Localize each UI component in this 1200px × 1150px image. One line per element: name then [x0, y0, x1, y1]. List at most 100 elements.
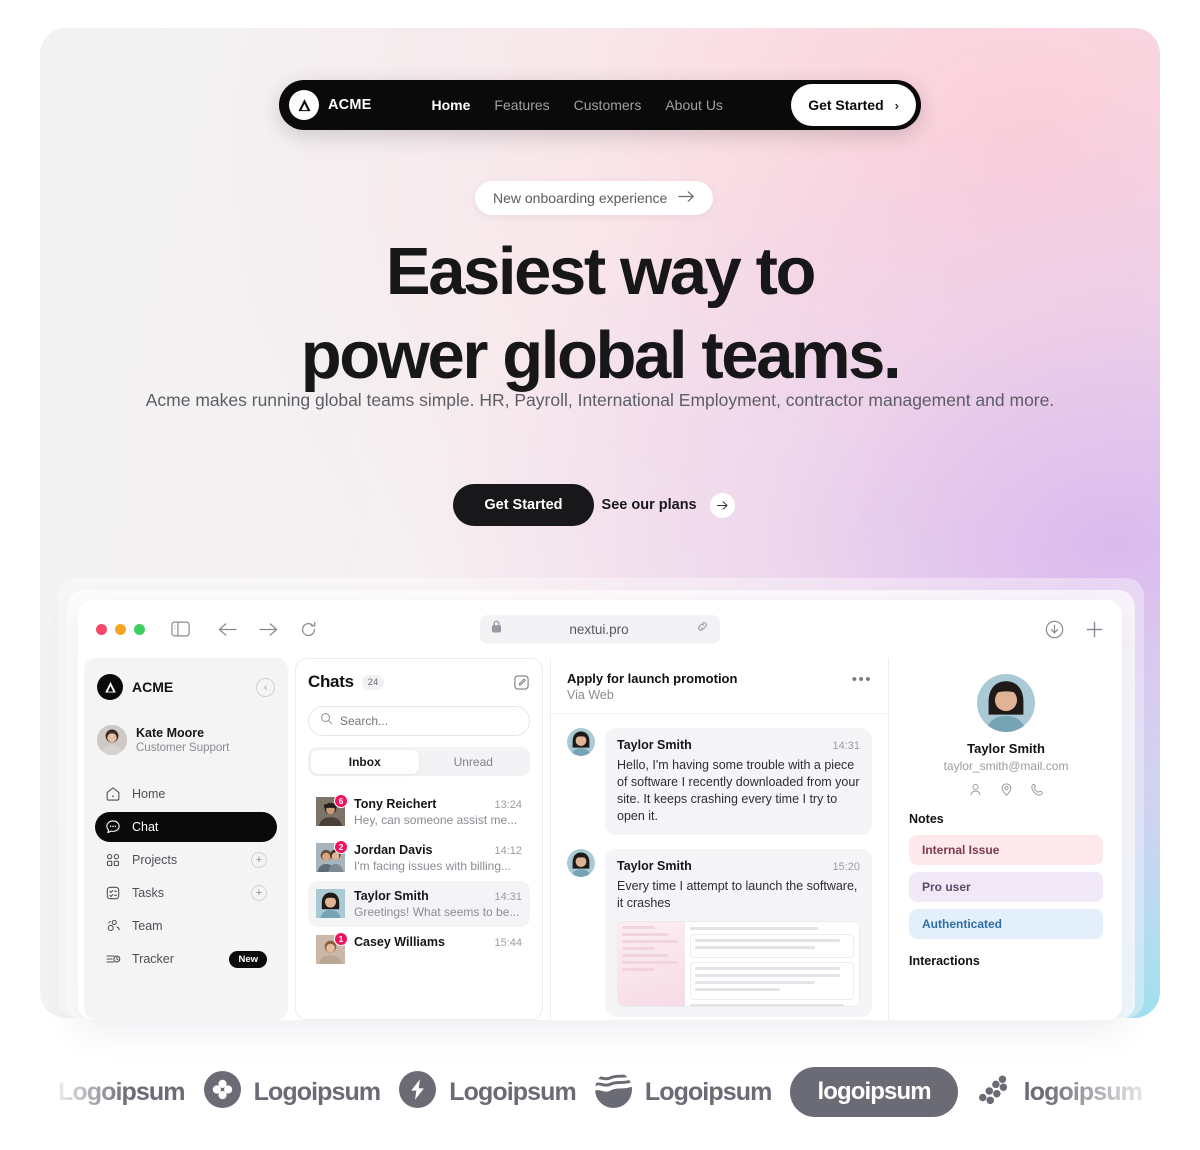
- chat-rows: 6 Tony Reichert 13:24 Hey, can someone a…: [308, 789, 530, 972]
- reload-icon[interactable]: [300, 621, 317, 638]
- tab-inbox[interactable]: Inbox: [310, 749, 419, 774]
- forward-arrow-icon[interactable]: [259, 622, 278, 637]
- nav-link-customers[interactable]: Customers: [574, 97, 642, 113]
- browser-toolbar-right: [1045, 620, 1104, 639]
- app-sidebar: ACME ‹ Kate Moore Customer Support Home: [84, 658, 288, 1020]
- phone-icon[interactable]: [1030, 782, 1045, 797]
- logo-wordmark: logoipsum: [790, 1067, 958, 1117]
- location-pin-icon[interactable]: [999, 782, 1014, 797]
- hero-subheadline: Acme makes running global teams simple. …: [145, 390, 1055, 410]
- sidebar-item-home[interactable]: Home: [95, 779, 277, 809]
- sidebar-item-tracker[interactable]: Tracker New: [95, 944, 277, 974]
- search-input[interactable]: [308, 706, 530, 736]
- acme-logo-icon: [97, 674, 123, 700]
- logo-item: Logoipsum: [58, 1078, 186, 1107]
- unread-badge: 6: [334, 794, 348, 808]
- logo-cloud: Logoipsum Logoipsum Logoipsum Logoipsum …: [0, 1042, 1200, 1142]
- browser-nav-buttons: [218, 621, 317, 638]
- sidebar-item-label: Chat: [132, 820, 159, 834]
- notes-heading: Notes: [909, 812, 944, 826]
- chevron-right-icon: ›: [894, 97, 899, 113]
- sidebar-item-label: Home: [132, 787, 166, 801]
- chat-snippet: I'm facing issues with billing...: [354, 859, 512, 873]
- sidebar-user-profile[interactable]: Kate Moore Customer Support: [95, 725, 277, 755]
- message-text: Hello, I'm having some trouble with a pi…: [617, 758, 860, 823]
- sidebar-collapse-button[interactable]: ‹: [256, 677, 275, 697]
- hero-see-our-plans-button[interactable]: See our plans: [580, 484, 747, 526]
- message-screenshot-attachment[interactable]: [617, 921, 860, 1007]
- user-icon[interactable]: [968, 782, 983, 797]
- see-plans-label: See our plans: [601, 497, 697, 513]
- brand-logo[interactable]: ACME: [289, 90, 372, 120]
- list-item[interactable]: 2 Jordan Davis 14:12 I'm facing issues w…: [308, 835, 530, 881]
- message-text: Every time I attempt to launch the softw…: [617, 879, 858, 910]
- nav-link-home[interactable]: Home: [432, 97, 471, 113]
- checklist-icon: [105, 885, 121, 901]
- sidebar-item-label: Projects: [132, 853, 178, 867]
- sidebar-user-name: Kate Moore: [136, 725, 205, 740]
- note-authenticated[interactable]: Authenticated: [909, 909, 1103, 939]
- compose-edit-icon[interactable]: [513, 674, 530, 691]
- add-project-button[interactable]: +: [251, 852, 267, 868]
- headline-line-2: power global teams.: [300, 318, 902, 393]
- minimize-window-button[interactable]: [115, 623, 126, 635]
- arrow-right-circle-icon: [709, 492, 735, 518]
- hero-get-started-button[interactable]: Get Started: [453, 484, 594, 526]
- message-list: Taylor Smith 14:31 Hello, I'm having som…: [551, 714, 888, 1020]
- download-circle-icon[interactable]: [1045, 620, 1064, 639]
- sidebar-item-team[interactable]: Team: [95, 911, 277, 941]
- sidebar-item-chat[interactable]: Chat: [95, 812, 277, 842]
- list-item[interactable]: 6 Tony Reichert 13:24 Hey, can someone a…: [308, 789, 530, 835]
- logo-item: Logoipsum: [399, 1071, 577, 1113]
- announcement-label: New onboarding experience: [493, 190, 668, 206]
- sidebar-user-role: Customer Support: [136, 741, 230, 754]
- tab-unread[interactable]: Unread: [419, 750, 528, 774]
- sidebar-item-tasks[interactable]: Tasks +: [95, 878, 277, 908]
- note-internal-issue[interactable]: Internal Issue: [909, 835, 1103, 865]
- top-navigation-bar: ACME Home Features Customers About Us Ge…: [279, 80, 921, 130]
- logo-item: logoipsum: [790, 1067, 958, 1117]
- search-field[interactable]: [340, 714, 518, 728]
- announcement-pill[interactable]: New onboarding experience: [475, 181, 714, 215]
- bolt-icon: [399, 1071, 437, 1113]
- nav-get-started-button[interactable]: Get Started ›: [791, 84, 916, 126]
- message-time: 15:20: [832, 861, 860, 873]
- nav-link-about-us[interactable]: About Us: [665, 97, 723, 113]
- list-item[interactable]: 1 Casey Williams 15:44: [308, 927, 530, 972]
- message-item: Taylor Smith 15:20 Every time I attempt …: [567, 849, 872, 1017]
- plus-icon[interactable]: [1085, 620, 1104, 639]
- logo-wordmark: Logoipsum: [449, 1077, 577, 1106]
- screenshot-sidebar: [618, 922, 686, 1006]
- chat-snippet: Hey, can someone assist me...: [354, 813, 518, 827]
- logo-item: logoipsum: [977, 1074, 1143, 1110]
- chat-time: 15:44: [494, 937, 522, 949]
- chat-name: Jordan Davis: [354, 843, 433, 857]
- browser-window-mockup: nextui.pro ACME ‹ Kate Moore Customer Su…: [78, 600, 1122, 1020]
- maximize-window-button[interactable]: [134, 623, 145, 635]
- sidebar-item-label: Tracker: [132, 952, 174, 966]
- sidebar-toggle-icon[interactable]: [171, 621, 190, 637]
- logo-item: Logoipsum: [203, 1071, 381, 1113]
- chat-snippet: Greetings! What seems to be...: [354, 905, 520, 919]
- acme-triangle-logo-icon: [289, 90, 319, 120]
- sidebar-item-projects[interactable]: Projects +: [95, 845, 277, 875]
- chat-bubble-icon: [105, 819, 121, 835]
- contact-profile-panel: Taylor Smith taylor_smith@mail.com Notes…: [896, 658, 1116, 1020]
- list-item[interactable]: Taylor Smith 14:31 Greetings! What seems…: [308, 881, 530, 927]
- note-pro-user[interactable]: Pro user: [909, 872, 1103, 902]
- chat-list-title: Chats: [308, 672, 354, 691]
- avatar: 2: [316, 840, 348, 872]
- chat-count-badge: 24: [361, 674, 385, 690]
- avatar: [567, 728, 595, 756]
- search-icon: [320, 712, 333, 730]
- logo-item: Logoipsum: [594, 1071, 772, 1113]
- nav-link-features[interactable]: Features: [494, 97, 549, 113]
- more-horizontal-icon[interactable]: •••: [852, 671, 872, 688]
- back-arrow-icon[interactable]: [218, 622, 237, 637]
- close-window-button[interactable]: [96, 623, 107, 635]
- logo-wordmark: logoipsum: [1023, 1077, 1143, 1106]
- add-task-button[interactable]: +: [251, 885, 267, 901]
- arrow-right-icon: [678, 190, 695, 206]
- url-address-bar[interactable]: nextui.pro: [480, 614, 720, 644]
- link-icon[interactable]: [696, 620, 709, 638]
